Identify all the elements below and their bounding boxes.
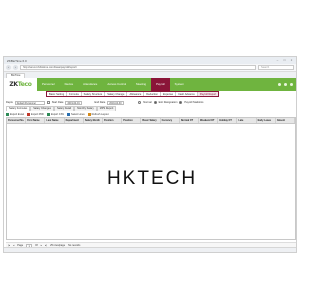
refresh-layout-button[interactable]: Refresh Layout [87,112,109,116]
column-header[interactable]: Late [237,118,257,123]
address-bar: ‹ › http://server.zkbiotime.com/base/pay… [4,64,296,72]
select-lines-icon [67,112,71,116]
excel-icon [6,112,9,116]
main-nav: Personnel Device Attendance Access Control M… [37,78,189,91]
close-icon[interactable]: × [289,58,294,62]
column-header[interactable]: First Name [26,118,46,123]
settings-icon[interactable] [290,83,293,86]
sub-nav-allowance[interactable]: Allowance [127,92,145,96]
select-lines-button[interactable]: Select Lines [67,112,85,116]
sub-nav-salary-structure[interactable]: Salary Structure [82,92,106,96]
export-pdf-button[interactable]: Export PDF [27,112,44,116]
report-grid: Personnel No. First Name Last Name Departme… [6,117,296,240]
watermark: HKTECH [106,168,198,189]
sub-nav-expense[interactable]: Expense [161,92,177,96]
sub-nav-salary-change[interactable]: Salary Change [105,92,128,96]
main-nav-system[interactable]: System [170,78,189,91]
dept-select[interactable]: Default Personnel [14,100,45,105]
forward-icon[interactable]: › [13,65,18,70]
grid-header: Personnel No. First Name Last Name Departme… [7,118,295,124]
sub-nav-deduction[interactable]: Deduction [144,92,161,96]
column-header[interactable]: Basic Salary [141,118,161,123]
radio-statistics-label: Payroll Statistics [184,101,204,104]
dept-label: Depts [6,101,13,104]
main-nav-payroll[interactable]: Payroll [151,78,170,91]
sub-nav-payroll-report[interactable]: Payroll Report [197,92,219,96]
maximize-icon[interactable]: □ [282,58,287,62]
column-header[interactable]: Normal OT [180,118,200,123]
app-header: ZK Teco Personnel Device Attendance Access C… [4,78,296,91]
end-date-label: End Date [94,101,106,104]
report-tab-salary-detail[interactable]: Salary Detail [54,106,75,111]
radio-statistics[interactable] [179,101,183,104]
column-header[interactable]: Weekend OT [199,118,219,123]
radio-normal[interactable] [138,101,142,104]
back-icon[interactable]: ‹ [6,65,11,70]
zkteco-logo: ZK Teco [4,78,37,91]
payroll-sub-nav: Basic Setting Formula Salary Structure Sala… [46,91,220,97]
sub-nav-cash-advance[interactable]: Cash Advance [176,92,198,96]
main-nav-attendance[interactable]: Attendance [78,78,102,91]
column-header[interactable]: Absent [276,118,295,123]
radio-normal-label: Normal [143,101,152,104]
sub-nav-formula[interactable]: Formula [67,92,82,96]
status-bar [4,247,296,252]
window-title: ZKBioTime 6.0 [7,58,27,63]
home-icon[interactable] [278,83,281,86]
user-icon[interactable] [284,83,287,86]
export-excel-button[interactable]: Export Excel [6,112,25,116]
browser-search-input[interactable]: Search [258,65,294,70]
toolbar-label: Export Excel [10,112,25,116]
main-nav-device[interactable]: Device [60,78,79,91]
pdf-icon [27,112,31,116]
end-date-input[interactable]: 2019-04-30 [107,100,125,105]
radio-exit-label: Exit Resignation [158,101,178,104]
export-csv-button[interactable]: Export CSV [46,112,65,116]
report-toolbar: Export Excel Export PDF Export CSV Select L… [6,112,109,116]
column-header[interactable]: Position [103,118,123,123]
toolbar-label: Select Lines [71,112,85,116]
header-actions [278,83,296,86]
toolbar-label: Export CSV [50,112,65,116]
url-input[interactable]: http://server.zkbiotime.com/base/payroll… [20,65,256,70]
window-controls: – □ × [275,58,294,62]
radio-exit[interactable] [153,101,157,104]
column-header[interactable]: Position [122,118,142,123]
refresh-icon [87,112,91,116]
column-header[interactable]: Early Leave [257,118,276,123]
toolbar-label: Export PDF [31,112,44,116]
column-header[interactable]: Department [65,118,84,123]
start-date-checkbox[interactable] [46,101,50,104]
report-tab-mps-report[interactable]: MPS Report [96,106,117,111]
toolbar-label: Refresh Layout [91,112,109,116]
browser-window: ZKBioTime 6.0 – □ × ‹ › http://server.zk… [3,56,297,253]
logo-text-main: ZK [9,81,18,88]
csv-icon [46,112,50,116]
column-header[interactable]: Personnel No. [7,118,27,123]
column-header[interactable]: Currency [161,118,180,123]
column-header[interactable]: Holiday OT [218,118,238,123]
sub-nav-basic-setting[interactable]: Basic Setting [47,92,68,96]
logo-text-accent: Teco [17,81,32,88]
main-nav-access-control[interactable]: Access Control [102,78,131,91]
column-header[interactable]: Last Name [45,118,65,123]
column-header[interactable]: Salary Month [84,118,104,123]
title-bar: ZKBioTime 6.0 – □ × [4,57,296,64]
minimize-icon[interactable]: – [275,58,280,62]
main-nav-personnel[interactable]: Personnel [37,78,60,91]
start-date-input[interactable]: 2019-04-01 [65,100,83,105]
report-tab-monthly-salary[interactable]: Monthly Salary [74,106,97,111]
report-tab-salary-changes[interactable]: Salary Changes [30,106,54,111]
report-tabs: Salary Formulas Salary Changes Salary Deta… [6,106,117,111]
start-date-label: Start Date [51,101,64,104]
main-nav-meeting[interactable]: Meeting [131,78,151,91]
report-tab-salary-formulas[interactable]: Salary Formulas [6,106,31,111]
report-filters: Depts Default Personnel Start Date 2019-… [6,100,296,105]
